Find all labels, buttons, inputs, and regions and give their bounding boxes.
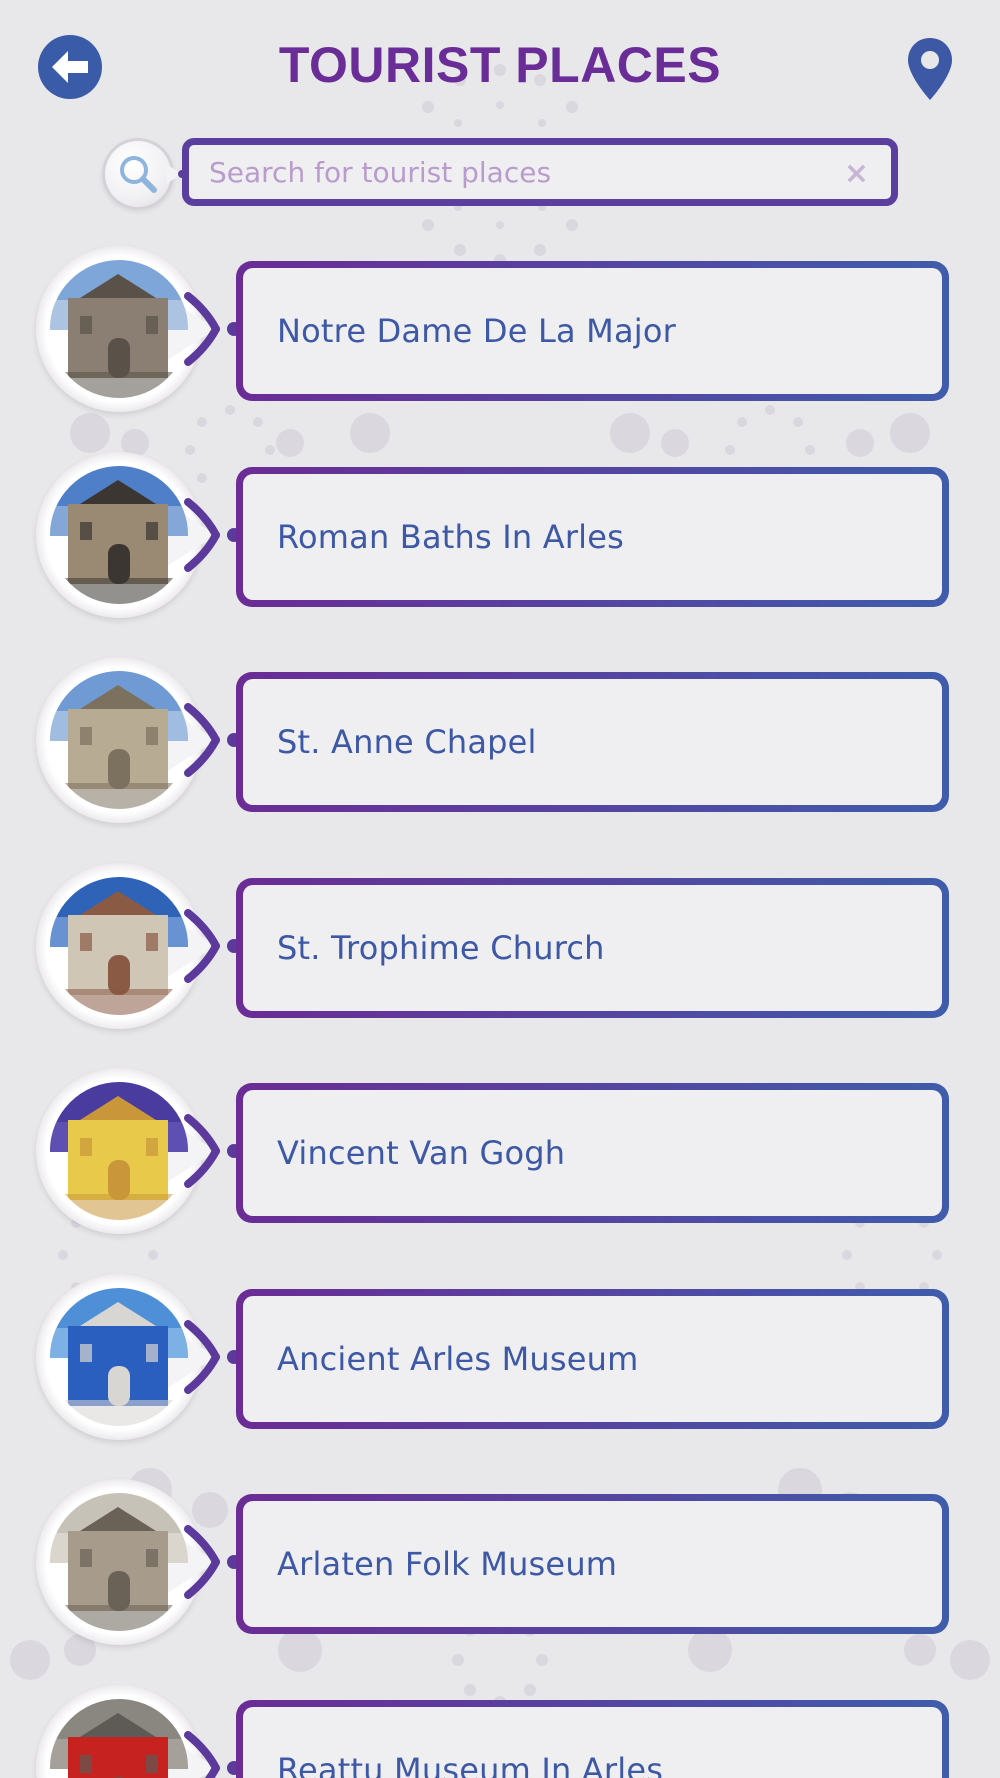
- place-thumbnail-blue-museum-photo: [50, 1287, 188, 1426]
- place-name: Ancient Arles Museum: [277, 1339, 639, 1378]
- search-button[interactable]: [102, 138, 174, 210]
- place-name: Reattu Museum In Arles: [277, 1750, 664, 1778]
- place-thumbnail-roman-ruins-photo: [50, 465, 188, 604]
- place-name: Arlaten Folk Museum: [277, 1545, 618, 1583]
- search-field: ×: [182, 138, 898, 206]
- place-thumbnail-stone-building-photo: [50, 1493, 188, 1631]
- place-thumbnail-chapel-facade-photo: [50, 671, 188, 809]
- search-icon: [120, 156, 157, 193]
- place-card[interactable]: Vincent Van Gogh: [236, 1083, 949, 1223]
- place-card[interactable]: Notre Dame De La Major: [236, 261, 949, 401]
- place-card[interactable]: Roman Baths In Arles: [236, 466, 949, 607]
- place-name: Vincent Van Gogh: [277, 1134, 566, 1172]
- page-title: TOURIST PLACES: [278, 37, 722, 93]
- location-button[interactable]: [905, 36, 955, 102]
- list-item[interactable]: St. Trophime Church: [0, 862, 1000, 1031]
- location-pin-icon: [908, 38, 952, 100]
- list-item[interactable]: Arlaten Folk Museum: [0, 1479, 1000, 1647]
- place-name: St. Trophime Church: [277, 928, 605, 967]
- place-card[interactable]: Reattu Museum In Arles: [236, 1699, 949, 1778]
- list-item[interactable]: Ancient Arles Museum: [0, 1273, 1000, 1442]
- list-item[interactable]: Reattu Museum In Arles: [0, 1684, 1000, 1778]
- place-card[interactable]: St. Anne Chapel: [236, 672, 949, 812]
- place-thumbnail-church-stone-photo: [50, 260, 188, 398]
- list-item[interactable]: St. Anne Chapel: [0, 657, 1000, 825]
- app-header: TOURIST PLACES: [0, 0, 1000, 130]
- place-card[interactable]: Ancient Arles Museum: [236, 1288, 949, 1429]
- place-name: Roman Baths In Arles: [277, 517, 625, 556]
- place-card[interactable]: Arlaten Folk Museum: [236, 1494, 949, 1634]
- search-input[interactable]: [209, 155, 829, 189]
- list-item[interactable]: Roman Baths In Arles: [0, 451, 1000, 620]
- place-card[interactable]: St. Trophime Church: [236, 877, 949, 1018]
- place-thumbnail-church-portal-photo: [50, 876, 188, 1015]
- place-name: Notre Dame De La Major: [277, 312, 677, 350]
- place-name: St. Anne Chapel: [277, 723, 537, 761]
- place-thumbnail-yellow-house-painting: [50, 1082, 188, 1220]
- clear-search-button[interactable]: ×: [844, 159, 869, 189]
- list-item[interactable]: Vincent Van Gogh: [0, 1068, 1000, 1236]
- search-bar: ×: [100, 136, 900, 210]
- list-item[interactable]: Notre Dame De La Major: [0, 246, 1000, 414]
